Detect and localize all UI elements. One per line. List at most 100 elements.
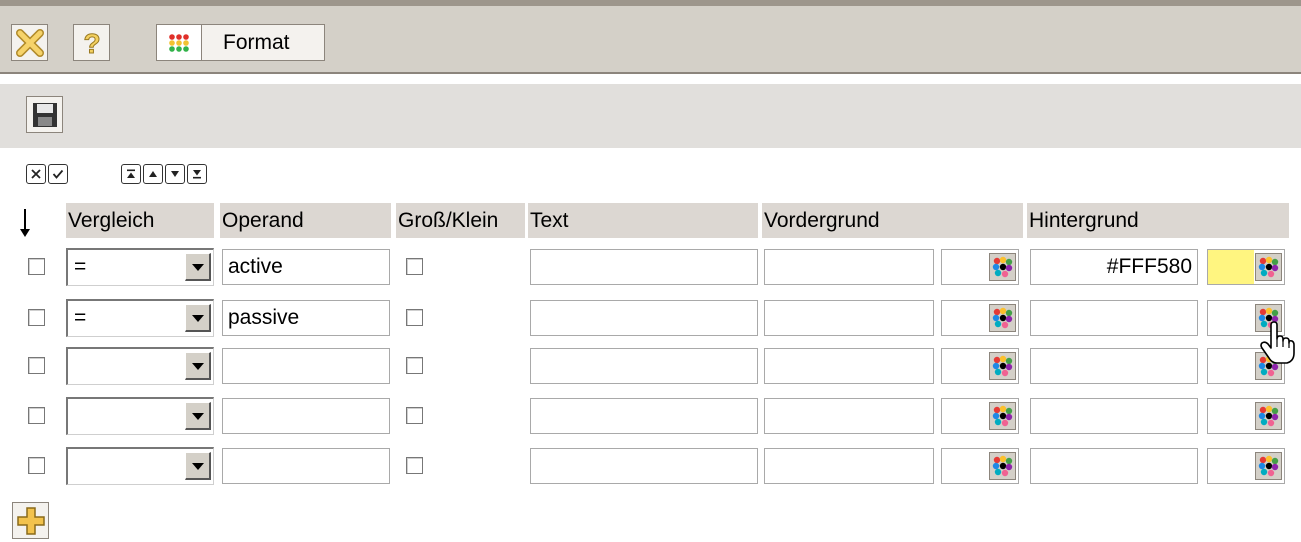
foreground-input[interactable]: [764, 448, 934, 484]
color-picker-button[interactable]: [989, 253, 1016, 281]
palette-icon: [992, 307, 1013, 329]
palette-icon: [992, 355, 1013, 377]
clear-selection-button[interactable]: [26, 164, 46, 184]
format-dots-icon: [157, 25, 202, 60]
palette-icon: [992, 256, 1013, 278]
text-input[interactable]: [530, 300, 758, 336]
move-down-button[interactable]: [165, 164, 185, 184]
add-row-button[interactable]: [12, 502, 49, 539]
color-picker-button[interactable]: [1255, 253, 1282, 281]
chevron-down-icon[interactable]: [185, 253, 211, 281]
move-up-icon: [149, 171, 157, 177]
color-picker-button[interactable]: [1255, 402, 1282, 430]
chevron-down-icon[interactable]: [185, 352, 211, 380]
background-input[interactable]: #FFF580: [1030, 249, 1198, 285]
case-sensitive-checkbox[interactable]: [406, 407, 423, 424]
operand-input[interactable]: active: [222, 249, 390, 285]
foreground-swatch: [941, 249, 1019, 285]
palette-icon: [1258, 405, 1279, 427]
clear-icon: [31, 169, 41, 179]
add-icon: [16, 506, 45, 535]
sort-arrow-icon[interactable]: [16, 207, 34, 239]
chevron-down-icon[interactable]: [185, 402, 211, 430]
vergleich-select[interactable]: =: [66, 248, 214, 286]
background-color-preview: [1208, 449, 1254, 483]
header-text: Text: [528, 203, 758, 238]
background-input[interactable]: [1030, 398, 1198, 434]
close-icon: [15, 28, 44, 57]
foreground-swatch: [941, 448, 1019, 484]
help-icon: ?: [82, 28, 100, 58]
background-color-preview: [1208, 250, 1254, 284]
top-toolbar: ? Format: [0, 0, 1301, 74]
color-picker-button[interactable]: [989, 352, 1016, 380]
row-select-checkbox[interactable]: [28, 258, 45, 275]
text-input[interactable]: [530, 448, 758, 484]
foreground-swatch: [941, 348, 1019, 384]
operand-input[interactable]: passive: [222, 300, 390, 336]
background-color-preview: [1208, 301, 1254, 335]
chevron-down-icon[interactable]: [185, 452, 211, 480]
color-picker-button[interactable]: [989, 452, 1016, 480]
text-input[interactable]: [530, 249, 758, 285]
move-first-button[interactable]: [121, 164, 141, 184]
case-sensitive-checkbox[interactable]: [406, 457, 423, 474]
chevron-down-icon[interactable]: [185, 304, 211, 332]
operand-input[interactable]: [222, 448, 390, 484]
help-button[interactable]: ?: [73, 24, 110, 61]
palette-icon: [1258, 256, 1279, 278]
hand-cursor-icon: [1259, 321, 1295, 371]
select-all-button[interactable]: [48, 164, 68, 184]
vergleich-select[interactable]: [66, 397, 214, 435]
case-sensitive-checkbox[interactable]: [406, 357, 423, 374]
vergleich-select[interactable]: [66, 447, 214, 485]
row-select-checkbox[interactable]: [28, 309, 45, 326]
background-input[interactable]: [1030, 348, 1198, 384]
header-vergleich: Vergleich: [66, 203, 214, 238]
vergleich-select[interactable]: [66, 347, 214, 385]
move-up-button[interactable]: [143, 164, 163, 184]
color-picker-button[interactable]: [989, 402, 1016, 430]
format-tab[interactable]: Format: [156, 24, 325, 61]
foreground-input[interactable]: [764, 348, 934, 384]
format-label: Format: [223, 31, 290, 54]
palette-icon: [992, 455, 1013, 477]
move-down-icon: [171, 171, 179, 177]
palette-icon: [992, 405, 1013, 427]
background-input[interactable]: [1030, 300, 1198, 336]
palette-icon: [1258, 455, 1279, 477]
color-picker-button[interactable]: [1255, 452, 1282, 480]
case-sensitive-checkbox[interactable]: [406, 309, 423, 326]
header-operand: Operand: [220, 203, 391, 238]
foreground-swatch: [941, 300, 1019, 336]
background-swatch: [1207, 398, 1285, 434]
save-button[interactable]: [26, 96, 63, 133]
operand-input[interactable]: [222, 348, 390, 384]
move-last-button[interactable]: [187, 164, 207, 184]
row-select-checkbox[interactable]: [28, 457, 45, 474]
foreground-input[interactable]: [764, 249, 934, 285]
row-select-checkbox[interactable]: [28, 357, 45, 374]
vergleich-value: =: [74, 306, 87, 329]
foreground-swatch: [941, 398, 1019, 434]
operand-input[interactable]: [222, 398, 390, 434]
check-icon: [52, 169, 64, 179]
row-select-checkbox[interactable]: [28, 407, 45, 424]
color-picker-button[interactable]: [989, 304, 1016, 332]
text-input[interactable]: [530, 398, 758, 434]
save-bar: [0, 84, 1301, 148]
close-button[interactable]: [11, 24, 48, 61]
case-sensitive-checkbox[interactable]: [406, 258, 423, 275]
background-swatch: [1207, 249, 1285, 285]
header-hintergrund: Hintergrund: [1027, 203, 1289, 238]
background-swatch: [1207, 448, 1285, 484]
foreground-input[interactable]: [764, 300, 934, 336]
text-input[interactable]: [530, 348, 758, 384]
header-vordergrund: Vordergrund: [762, 203, 1023, 238]
background-input[interactable]: [1030, 448, 1198, 484]
vergleich-value: =: [74, 255, 87, 278]
save-icon: [32, 102, 57, 127]
foreground-input[interactable]: [764, 398, 934, 434]
vergleich-select[interactable]: =: [66, 299, 214, 337]
move-last-icon: [193, 170, 201, 179]
